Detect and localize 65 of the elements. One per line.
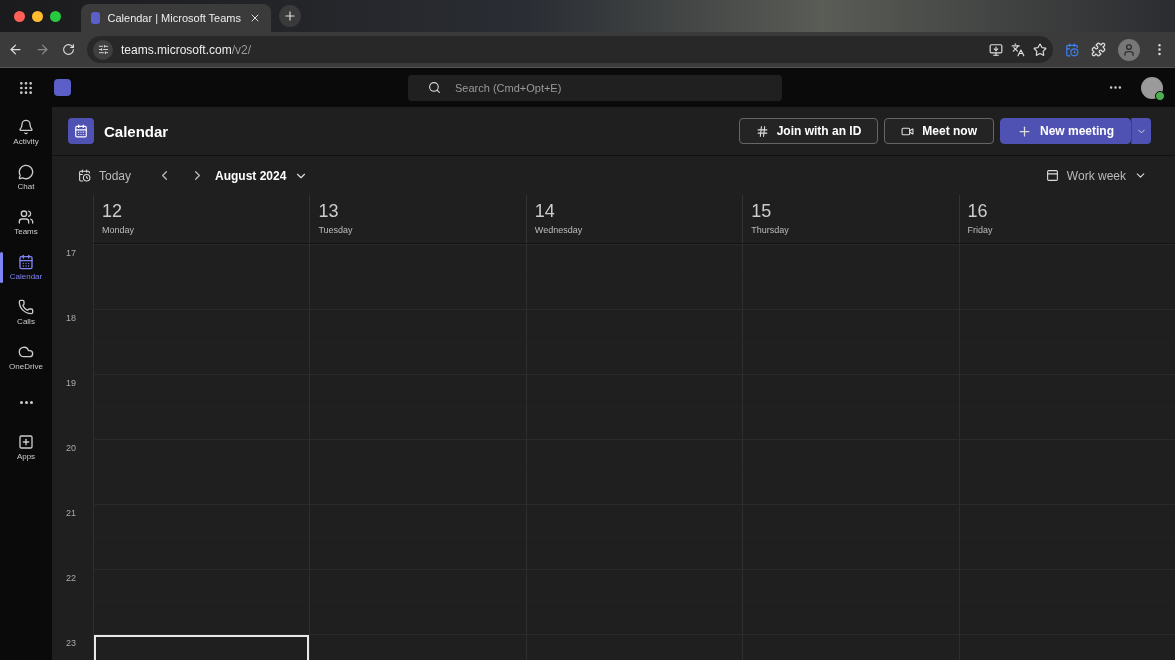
time-slot[interactable] <box>93 244 310 309</box>
teams-icon <box>18 209 34 225</box>
hour-label: 18 <box>65 312 77 325</box>
calendar-app-icon <box>68 118 94 144</box>
today-button[interactable]: Today <box>78 168 132 183</box>
forward-icon[interactable] <box>35 42 50 57</box>
app-launcher-icon[interactable] <box>18 79 34 96</box>
rail-item[interactable]: Teams <box>0 203 52 242</box>
site-settings-icon[interactable] <box>93 39 113 60</box>
rail-item[interactable]: Apps <box>0 428 52 467</box>
plus-icon <box>1017 123 1032 139</box>
dropdown-caret-button[interactable] <box>1131 118 1151 144</box>
rail-item[interactable]: OneDrive <box>0 338 52 377</box>
calendar-icon <box>18 254 34 270</box>
teams-logo-icon <box>54 79 71 96</box>
new-tab-button[interactable] <box>279 5 301 27</box>
minimize-window-icon[interactable] <box>32 10 43 22</box>
apps-icon <box>18 434 34 450</box>
install-icon[interactable] <box>989 42 1003 57</box>
more-icon <box>19 401 33 404</box>
rail-item[interactable]: Calls <box>0 293 52 332</box>
calendar-icon <box>78 169 91 182</box>
reload-icon[interactable] <box>62 43 75 56</box>
address-field[interactable]: teams.microsoft.com/v2/ <box>87 36 1053 63</box>
view-icon <box>1045 169 1059 182</box>
calls-icon <box>18 299 34 315</box>
hour-label: 21 <box>65 507 77 520</box>
page-title: Calendar <box>104 122 169 140</box>
time-slot[interactable] <box>309 244 526 309</box>
hour-label: 20 <box>65 442 77 455</box>
translate-icon[interactable] <box>1011 42 1025 57</box>
rail-item[interactable]: Calendar <box>0 248 52 287</box>
time-slot[interactable] <box>958 244 1175 309</box>
plus-icon <box>283 9 297 23</box>
search-icon <box>428 81 441 94</box>
time-slot[interactable] <box>742 244 959 309</box>
teams-logo-icon <box>91 12 100 24</box>
activity-icon <box>18 119 34 135</box>
new-meeting-button[interactable]: New meeting <box>1000 118 1131 144</box>
meet-now-button[interactable]: Meet now <box>884 118 994 144</box>
time-slot[interactable] <box>525 244 743 309</box>
presence-dot-icon <box>1155 90 1165 101</box>
extensions-puzzle-icon[interactable] <box>1091 42 1106 57</box>
month-picker[interactable]: August 2024 <box>215 168 309 183</box>
hour-label: 23 <box>65 637 77 650</box>
extension-icon[interactable] <box>1065 42 1079 57</box>
hour-label: 17 <box>65 247 77 260</box>
back-icon[interactable] <box>8 42 23 57</box>
profile-avatar-icon[interactable] <box>1118 38 1140 61</box>
rail-item[interactable]: Chat <box>0 158 52 197</box>
search-field[interactable]: Search (Cmd+Opt+E) <box>408 74 782 101</box>
zoom-window-icon[interactable] <box>50 10 61 22</box>
user-avatar[interactable] <box>1141 76 1163 99</box>
onedrive-icon <box>18 344 34 360</box>
browser-tab[interactable]: Calendar | Microsoft Teams <box>81 4 271 32</box>
chat-icon <box>18 164 34 180</box>
hour-label: 19 <box>65 377 77 390</box>
join-with-id-button[interactable]: Join with an ID <box>738 118 879 144</box>
view-picker[interactable]: Work week <box>1045 168 1147 183</box>
rail-item[interactable]: Activity <box>0 113 52 152</box>
hash-icon <box>755 124 769 138</box>
close-icon[interactable] <box>249 12 261 24</box>
close-window-icon[interactable] <box>14 10 25 22</box>
hour-label: 22 <box>65 572 77 585</box>
bookmark-star-icon[interactable] <box>1033 42 1047 57</box>
